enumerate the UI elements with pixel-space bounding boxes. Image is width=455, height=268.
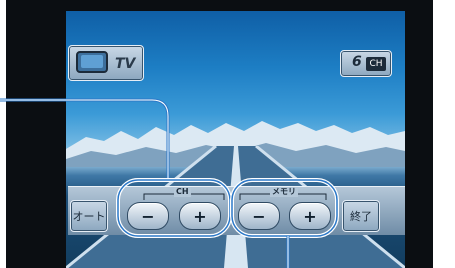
callout-overlay — [0, 98, 339, 268]
memory-highlight-ring — [230, 178, 339, 238]
ch-callout-line-inner — [0, 99, 169, 178]
ch-callout-line — [0, 98, 170, 178]
ch-highlight-ring — [116, 178, 232, 238]
